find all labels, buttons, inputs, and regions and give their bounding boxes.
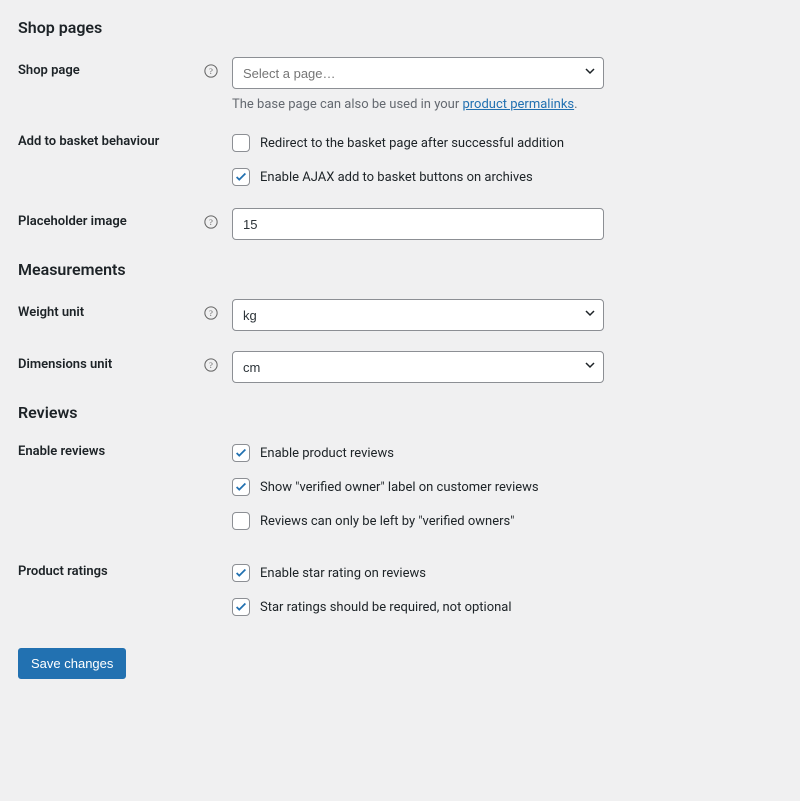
help-icon[interactable]: ? — [204, 306, 218, 320]
enable-star-rating-label[interactable]: Enable star rating on reviews — [260, 566, 426, 581]
help-icon[interactable]: ? — [204, 64, 218, 78]
product-permalinks-link[interactable]: product permalinks — [462, 97, 574, 112]
star-rating-required-checkbox[interactable] — [232, 598, 250, 616]
svg-text:?: ? — [209, 308, 213, 318]
dimensions-unit-select[interactable] — [232, 351, 604, 383]
enable-star-rating-checkbox[interactable] — [232, 564, 250, 582]
weight-unit-label: Weight unit — [18, 305, 84, 320]
shop-page-select[interactable] — [232, 57, 604, 89]
svg-text:?: ? — [209, 217, 213, 227]
placeholder-image-input[interactable] — [232, 208, 604, 240]
star-rating-required-label[interactable]: Star ratings should be required, not opt… — [260, 600, 512, 615]
enable-reviews-checkbox[interactable] — [232, 444, 250, 462]
redirect-checkbox[interactable] — [232, 134, 250, 152]
help-icon[interactable]: ? — [204, 358, 218, 372]
only-verified-checkbox-label[interactable]: Reviews can only be left by "verified ow… — [260, 514, 514, 529]
svg-text:?: ? — [209, 66, 213, 76]
verified-owner-checkbox-label[interactable]: Show "verified owner" label on customer … — [260, 480, 539, 495]
enable-reviews-checkbox-label[interactable]: Enable product reviews — [260, 446, 394, 461]
add-to-basket-label: Add to basket behaviour — [18, 134, 159, 149]
product-ratings-label: Product ratings — [18, 564, 108, 579]
save-changes-button[interactable]: Save changes — [18, 648, 126, 679]
dimensions-unit-label: Dimensions unit — [18, 357, 112, 372]
enable-reviews-label: Enable reviews — [18, 444, 105, 459]
section-heading-measurements: Measurements — [18, 260, 782, 279]
weight-unit-select[interactable] — [232, 299, 604, 331]
section-heading-shop-pages: Shop pages — [18, 18, 782, 37]
help-icon[interactable]: ? — [204, 215, 218, 229]
shop-page-label: Shop page — [18, 63, 80, 78]
only-verified-checkbox[interactable] — [232, 512, 250, 530]
svg-text:?: ? — [209, 360, 213, 370]
ajax-checkbox-label[interactable]: Enable AJAX add to basket buttons on arc… — [260, 170, 533, 185]
placeholder-image-label: Placeholder image — [18, 214, 127, 229]
verified-owner-checkbox[interactable] — [232, 478, 250, 496]
shop-page-description: The base page can also be used in your p… — [232, 97, 632, 112]
section-heading-reviews: Reviews — [18, 403, 782, 422]
redirect-checkbox-label[interactable]: Redirect to the basket page after succes… — [260, 136, 564, 151]
ajax-checkbox[interactable] — [232, 168, 250, 186]
